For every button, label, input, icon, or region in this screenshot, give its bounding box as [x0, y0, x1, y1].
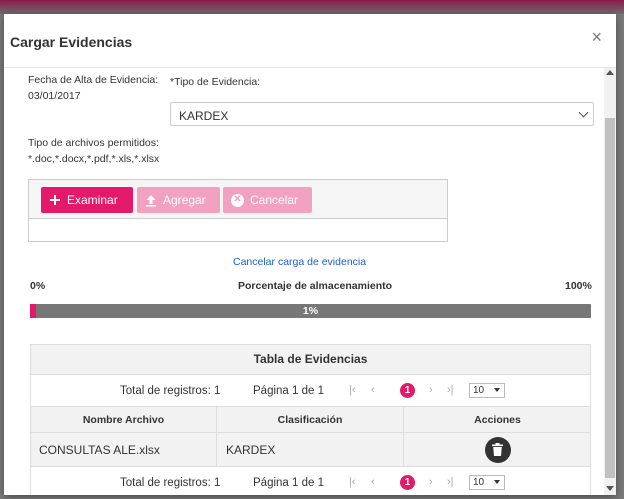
- total-records: Total de registros: 1: [120, 385, 221, 397]
- prev-page-icon[interactable]: ‹: [371, 384, 375, 396]
- close-icon[interactable]: ×: [591, 28, 602, 46]
- agregar-button[interactable]: Agregar: [137, 187, 220, 213]
- page-size-select[interactable]: 10: [469, 383, 505, 398]
- agregar-label: Agregar: [163, 193, 206, 207]
- next-page-icon[interactable]: ›: [429, 384, 433, 396]
- modal-scrollbar[interactable]: [604, 68, 616, 495]
- cell-nombre: CONSULTAS ALE.xlsx: [31, 433, 217, 466]
- cancel-upload-link[interactable]: Cancelar carga de evidencia: [233, 256, 366, 268]
- storage-progress-bar: 1%: [30, 304, 591, 318]
- table-title: Tabla de Evidencias: [31, 345, 590, 374]
- page-info: Página 1 de 1: [253, 385, 324, 397]
- fecha-value: 03/01/2017: [28, 90, 81, 102]
- page-backdrop: [0, 0, 624, 14]
- dropdown-arrow-icon: [494, 480, 500, 484]
- prev-page-icon[interactable]: ‹: [371, 476, 375, 488]
- examinar-button[interactable]: Examinar: [41, 187, 133, 213]
- storage-max-label: 100%: [565, 280, 592, 292]
- cancelar-label: Cancelar: [250, 193, 299, 207]
- archivos-value: *.doc,*.docx,*.pdf,*.xls,*.xlsx: [28, 153, 160, 165]
- upload-evidence-modal: Cargar Evidencias × Fecha de Alta de Evi…: [4, 14, 616, 495]
- column-clasificacion: Clasificación: [217, 407, 404, 432]
- tipo-evidencia-label: *Tipo de Evidencia:: [170, 76, 261, 88]
- modal-body: Fecha de Alta de Evidencia: 03/01/2017 *…: [4, 68, 604, 495]
- total-records: Total de registros: 1: [120, 477, 221, 489]
- modal-title: Cargar Evidencias: [10, 34, 133, 50]
- first-page-icon[interactable]: |‹: [349, 384, 356, 396]
- scroll-thumb[interactable]: [605, 118, 615, 478]
- upload-icon: [146, 194, 156, 207]
- table-header-row: Nombre Archivo Clasificación Acciones: [31, 406, 590, 432]
- delete-button[interactable]: [484, 436, 511, 463]
- file-list-field[interactable]: [28, 219, 448, 242]
- next-page-icon[interactable]: ›: [429, 476, 433, 488]
- modal-header: Cargar Evidencias ×: [4, 14, 616, 68]
- column-acciones: Acciones: [474, 413, 521, 426]
- tipo-evidencia-value: KARDEX: [179, 109, 229, 123]
- plus-icon: [50, 195, 60, 205]
- tipo-evidencia-select[interactable]: KARDEX: [170, 102, 594, 126]
- table-pager-top: Total de registros: 1 Página 1 de 1 |‹ ‹…: [31, 374, 590, 406]
- table-pager-bottom: Total de registros: 1 Página 1 de 1 |‹ ‹…: [31, 466, 590, 495]
- page-info: Página 1 de 1: [253, 477, 324, 489]
- storage-percent: 1%: [302, 305, 319, 317]
- upload-toolbar: Examinar Agregar ✕ Cancelar: [28, 179, 448, 219]
- dropdown-arrow-icon: [494, 388, 500, 392]
- storage-label: Porcentaje de almacenamiento: [238, 280, 393, 292]
- fecha-label: Fecha de Alta de Evidencia:: [28, 74, 159, 86]
- scroll-up-icon[interactable]: [606, 70, 614, 75]
- page-size-value: 10: [473, 477, 485, 488]
- examinar-label: Examinar: [67, 193, 118, 207]
- last-page-icon[interactable]: ›|: [447, 384, 454, 396]
- storage-min-label: 0%: [30, 280, 46, 292]
- cell-acciones: [404, 433, 591, 466]
- column-nombre: Nombre Archivo: [31, 407, 217, 432]
- cancel-circle-icon: ✕: [231, 193, 244, 207]
- first-page-icon[interactable]: |‹: [349, 476, 356, 488]
- cancelar-button[interactable]: ✕ Cancelar: [223, 187, 312, 213]
- page-size-select[interactable]: 10: [469, 475, 505, 490]
- page-size-value: 10: [473, 385, 485, 396]
- table-row: CONSULTAS ALE.xlsx KARDEX: [31, 432, 590, 466]
- chevron-down-icon: [578, 107, 589, 118]
- archivos-label: Tipo de archivos permitidos:: [28, 137, 159, 149]
- scroll-down-icon[interactable]: [606, 486, 614, 491]
- trash-icon: [492, 443, 503, 456]
- current-page-button[interactable]: 1: [400, 475, 415, 490]
- current-page-button[interactable]: 1: [400, 383, 415, 398]
- last-page-icon[interactable]: ›|: [447, 476, 454, 488]
- evidence-table: Tabla de Evidencias Total de registros: …: [30, 344, 591, 495]
- cell-clasificacion: KARDEX: [217, 433, 404, 466]
